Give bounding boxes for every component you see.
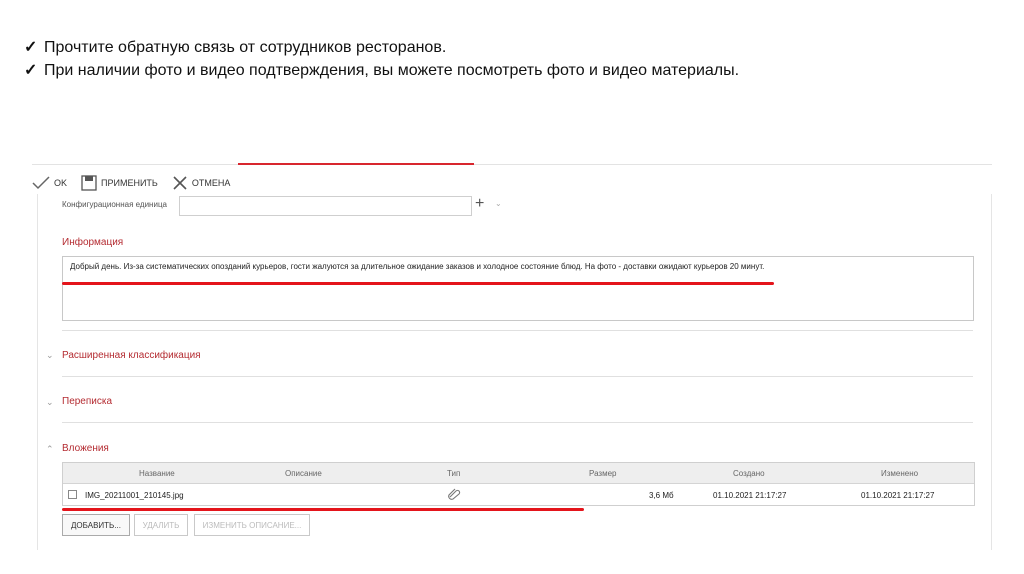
checkmark-icon	[32, 176, 50, 190]
attachments-header[interactable]: Вложения	[62, 443, 109, 454]
column-header-size[interactable]: Размер	[589, 469, 617, 478]
top-divider	[32, 164, 992, 165]
information-textarea[interactable]: Добрый день. Из-за систематических опозд…	[62, 256, 974, 321]
chevron-down-icon[interactable]: ⌄	[46, 397, 54, 408]
ok-label: OK	[54, 178, 68, 188]
annotation-underline	[62, 282, 774, 285]
chevron-up-icon[interactable]: ⌃	[46, 444, 54, 455]
column-header-description[interactable]: Описание	[285, 469, 322, 478]
attachments-table: Название Описание Тип Размер Создано Изм…	[62, 462, 975, 506]
add-attachment-button[interactable]: ДОБАВИТЬ...	[62, 514, 130, 536]
divider	[62, 422, 973, 423]
information-text: Добрый день. Из-за систематических опозд…	[70, 262, 765, 271]
divider	[62, 330, 973, 331]
cancel-label: ОТМЕНА	[191, 178, 231, 188]
paperclip-icon	[448, 488, 461, 500]
active-tab-indicator	[238, 163, 474, 165]
save-icon	[81, 175, 97, 191]
form-panel: Конфигурационная единица + ⌄ Информация …	[37, 194, 992, 550]
close-icon	[173, 176, 187, 190]
ticket-form: OK ПРИМЕНИТЬ ОТМЕНА Конфигурационная еди…	[32, 163, 992, 550]
instruction-line-1: ✓ Прочтите обратную связь от сотрудников …	[24, 37, 446, 57]
instruction-text: При наличии фото и видео подтверждения, …	[44, 62, 740, 79]
row-checkbox[interactable]	[68, 490, 77, 499]
chevron-down-icon[interactable]: ⌄	[46, 350, 54, 361]
column-header-modified[interactable]: Изменено	[881, 469, 918, 478]
toolbar: OK ПРИМЕНИТЬ ОТМЕНА	[32, 172, 244, 194]
attachment-name[interactable]: IMG_20211001_210145.jpg	[85, 491, 184, 500]
cancel-button[interactable]: ОТМЕНА	[172, 175, 231, 191]
column-header-type[interactable]: Тип	[447, 469, 460, 478]
chevron-down-icon[interactable]: ⌄	[495, 199, 502, 208]
attachment-size: 3,6 Мб	[649, 491, 674, 500]
column-header-name[interactable]: Название	[139, 469, 175, 478]
delete-attachment-button[interactable]: УДАЛИТЬ	[134, 514, 188, 536]
divider	[62, 376, 973, 377]
instruction-text: Прочтите обратную связь от сотрудников р…	[44, 39, 447, 56]
apply-label: ПРИМЕНИТЬ	[101, 178, 158, 188]
checkmark-icon: ✓	[24, 62, 38, 79]
attachment-modified: 01.10.2021 21:17:27	[861, 491, 935, 500]
ok-button[interactable]: OK	[32, 176, 67, 190]
config-unit-label: Конфигурационная единица	[62, 200, 167, 209]
attachment-created: 01.10.2021 21:17:27	[713, 491, 787, 500]
apply-button[interactable]: ПРИМЕНИТЬ	[81, 175, 158, 191]
checkmark-icon: ✓	[24, 39, 38, 56]
add-icon[interactable]: +	[475, 195, 484, 213]
extended-classification-header[interactable]: Расширенная классификация	[62, 350, 201, 361]
edit-description-button[interactable]: ИЗМЕНИТЬ ОПИСАНИЕ...	[194, 514, 310, 536]
table-header	[63, 463, 974, 484]
information-title: Информация	[62, 237, 124, 248]
annotation-underline	[62, 508, 584, 511]
instruction-line-2: ✓ При наличии фото и видео подтверждения,…	[24, 60, 739, 80]
column-header-created[interactable]: Создано	[733, 469, 765, 478]
config-unit-input[interactable]	[179, 196, 472, 216]
correspondence-header[interactable]: Переписка	[62, 396, 112, 407]
